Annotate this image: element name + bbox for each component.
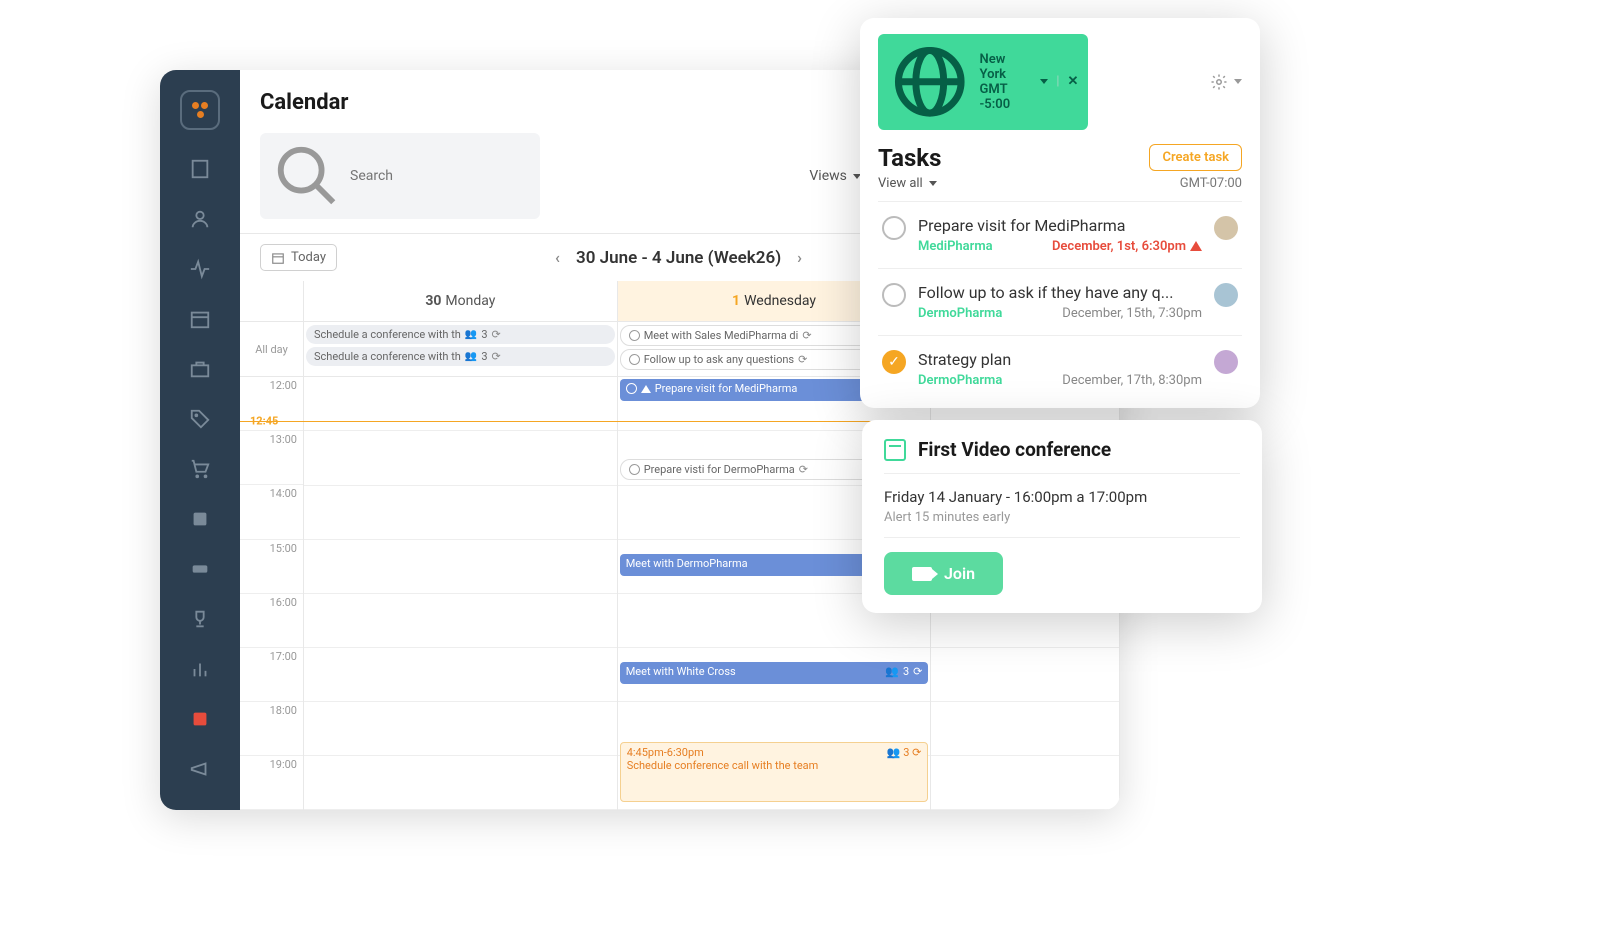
day-column-monday: 30Monday Schedule a conference with th👥3… (304, 281, 618, 810)
refresh-icon: ⟳ (492, 350, 501, 363)
prev-week-button[interactable]: ‹ (555, 248, 560, 267)
time-column: All day 12:00 13:00 14:00 15:00 16:00 17… (240, 281, 304, 810)
join-button[interactable]: Join (884, 552, 1003, 595)
chart-icon[interactable] (189, 658, 211, 680)
people-icon: 👥 (465, 351, 477, 362)
gear-icon (1210, 73, 1228, 91)
box-icon[interactable] (189, 508, 211, 530)
conference-card: First Video conference Friday 14 January… (862, 420, 1262, 613)
people-icon: 👥 (465, 329, 477, 340)
megaphone-icon[interactable] (189, 758, 211, 780)
circle-icon (629, 330, 640, 341)
avatar (1214, 350, 1238, 374)
app-logo[interactable] (180, 90, 220, 130)
refresh-icon: ⟳ (799, 463, 808, 476)
building-icon[interactable] (189, 158, 211, 180)
allday-label: All day (240, 322, 303, 377)
circle-icon (629, 354, 640, 365)
warning-icon (641, 385, 651, 393)
camera-icon (912, 567, 932, 581)
allday-monday: Schedule a conference with th👥3⟳ Schedul… (304, 322, 617, 377)
activity-icon[interactable] (189, 258, 211, 280)
refresh-icon: ⟳ (913, 665, 922, 678)
tasks-title: Tasks (878, 144, 941, 172)
allday-event[interactable]: Schedule a conference with th👥3⟳ (306, 325, 615, 344)
ticket-icon[interactable] (189, 558, 211, 580)
sidebar (160, 70, 240, 810)
chevron-down-icon (1040, 79, 1048, 84)
globe-icon (888, 40, 972, 124)
task-item[interactable]: ✓ Strategy plan DermoPharmaDecember, 17t… (878, 335, 1242, 402)
calendar-small-icon (271, 251, 285, 265)
conference-time: Friday 14 January - 16:00pm a 17:00pm (884, 488, 1240, 506)
circle-icon (629, 464, 640, 475)
task-checkbox[interactable] (882, 283, 906, 307)
briefcase-icon[interactable] (189, 358, 211, 380)
search-icon (272, 141, 342, 211)
tasks-panel: New York GMT -5:00 | ✕ Tasks Create task… (860, 18, 1260, 408)
date-range: ‹ 30 June - 4 June (Week26) › (555, 248, 802, 268)
refresh-icon: ⟳ (492, 328, 501, 341)
avatar (1214, 216, 1238, 240)
close-icon[interactable]: ✕ (1068, 74, 1079, 89)
avatar (1214, 283, 1238, 307)
view-all-filter[interactable]: View all (878, 176, 937, 191)
next-week-button[interactable]: › (797, 248, 802, 267)
refresh-icon: ⟳ (802, 329, 811, 342)
calendar-event[interactable]: Meet with White Cross👥3⟳ (620, 662, 929, 684)
local-timezone: GMT-07:00 (1180, 176, 1242, 191)
search-input[interactable] (350, 168, 528, 184)
day-header-monday: 30Monday (304, 281, 617, 322)
chevron-down-icon (1234, 79, 1242, 84)
allday-event[interactable]: Schedule a conference with th👥3⟳ (306, 347, 615, 366)
today-button[interactable]: Today (260, 244, 337, 271)
task-checkbox-done[interactable]: ✓ (882, 350, 906, 374)
calendar-icon (884, 439, 906, 461)
settings-menu[interactable] (1210, 73, 1242, 91)
calendar-icon[interactable] (189, 308, 211, 330)
cart-icon[interactable] (189, 458, 211, 480)
people-icon: 👥 (885, 665, 899, 678)
create-task-button[interactable]: Create task (1149, 144, 1242, 171)
tag-icon[interactable] (189, 408, 211, 430)
task-checkbox[interactable] (882, 216, 906, 240)
circle-icon (626, 383, 637, 394)
warning-icon (1190, 241, 1202, 251)
user-icon[interactable] (189, 208, 211, 230)
timezone-row: New York GMT -5:00 | ✕ (878, 34, 1242, 130)
conference-alert: Alert 15 minutes early (884, 510, 1240, 538)
date-range-label: 30 June - 4 June (Week26) (576, 248, 781, 268)
task-item[interactable]: Prepare visit for MediPharma MediPharmaD… (878, 201, 1242, 268)
report-icon[interactable] (189, 708, 211, 730)
task-item[interactable]: Follow up to ask if they have any q... D… (878, 268, 1242, 335)
timezone-chip[interactable]: New York GMT -5:00 | ✕ (878, 34, 1088, 130)
search-box[interactable] (260, 133, 540, 219)
conference-title: First Video conference (918, 438, 1111, 461)
views-filter[interactable]: Views (809, 168, 861, 184)
refresh-icon: ⟳ (798, 353, 807, 366)
trophy-icon[interactable] (189, 608, 211, 630)
